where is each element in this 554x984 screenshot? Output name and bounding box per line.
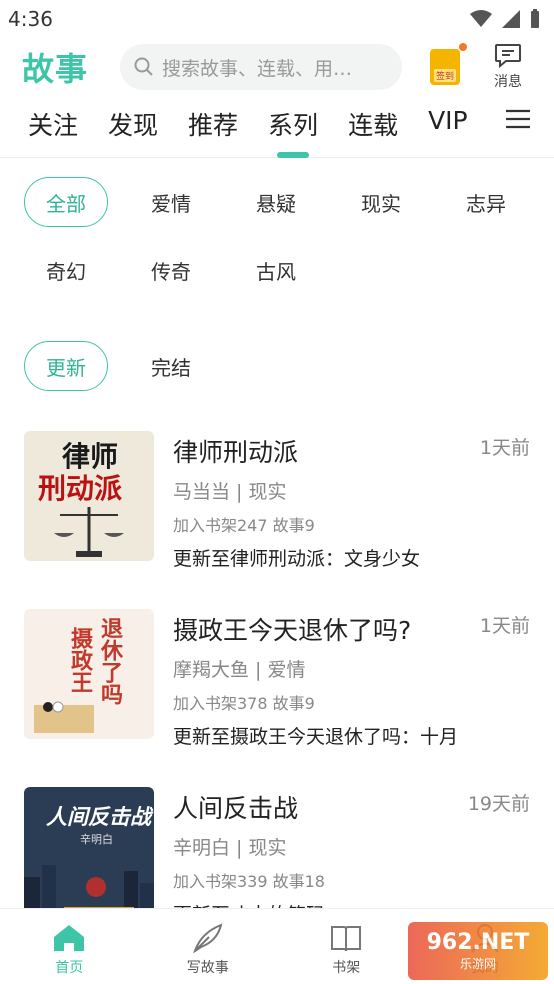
menu-icon	[506, 109, 530, 129]
feather-icon	[193, 923, 223, 953]
list-item[interactable]: 律师 刑动派 律师刑动派 1天前 马当当 | 现实 加入书架247 故事9 更新…	[0, 431, 554, 609]
battery-icon	[531, 9, 539, 28]
wifi-icon	[470, 10, 492, 27]
watermark-main: 962.NET	[426, 930, 530, 955]
list-item[interactable]: 摄政王 退休了吗 摄政王今天退休了吗? 1天前 摩羯大鱼 | 爱情 加入书架37…	[0, 609, 554, 787]
genre-chip[interactable]: 传奇	[129, 245, 213, 295]
genre-chip[interactable]: 古风	[234, 245, 318, 295]
genre-filter-row: 全部 爱情 悬疑 现实 志异	[0, 177, 554, 227]
series-stats: 加入书架339 故事18	[173, 872, 325, 891]
watermark-logo: 962.NET 乐游网	[408, 922, 548, 980]
series-update: 更新至摄政王今天退休了吗：十月	[173, 726, 459, 748]
watermark-sub: 乐游网	[459, 957, 496, 971]
notification-dot	[459, 43, 467, 51]
nav-home-label: 首页	[55, 960, 84, 976]
series-author: 辛明白 | 现实	[173, 837, 287, 859]
tab-menu-button[interactable]	[482, 96, 554, 142]
cover-title: 人间反击战	[46, 804, 151, 829]
nav-write-label: 写故事	[186, 960, 229, 976]
status-bar: 4:36	[0, 0, 554, 38]
signin-button[interactable]: 签到	[430, 43, 467, 85]
series-info: 律师刑动派 1天前 马当当 | 现实 加入书架247 故事9 更新至律师刑动派：…	[173, 431, 530, 609]
bottom-nav: 首页 写故事 书架 我的 962.NET 乐游网	[0, 908, 554, 984]
nav-home[interactable]: 首页	[0, 909, 139, 984]
message-icon	[495, 44, 521, 69]
cover-title: 摄政王	[67, 627, 93, 693]
genre-chip[interactable]: 悬疑	[234, 177, 318, 227]
search-input[interactable]: 搜索故事、连载、用…	[120, 44, 402, 90]
series-time: 19天前	[467, 793, 530, 815]
series-cover[interactable]: 人间反击战 辛明白	[24, 787, 154, 917]
signal-icon	[502, 10, 520, 28]
series-stats: 加入书架247 故事9	[173, 516, 315, 535]
series-cover[interactable]: 摄政王 退休了吗	[24, 609, 154, 739]
app-logo: 故事	[22, 50, 89, 88]
cover-author: 辛明白	[80, 833, 113, 846]
nav-write[interactable]: 写故事	[139, 909, 278, 984]
tab-follow[interactable]: 关注	[28, 96, 78, 158]
tab-discover[interactable]: 发现	[108, 96, 158, 158]
message-label: 消息	[494, 74, 522, 90]
sort-chip-updated[interactable]: 更新	[24, 341, 108, 391]
tab-vip[interactable]: VIP	[428, 96, 468, 158]
status-icons	[470, 9, 540, 29]
series-update: 更新至律师刑动派：文身少女	[173, 548, 421, 570]
genre-chip[interactable]: 奇幻	[24, 245, 108, 295]
go-board-icon	[34, 701, 94, 733]
series-time: 1天前	[479, 615, 530, 637]
tab-serial[interactable]: 连载	[348, 96, 398, 158]
series-time: 1天前	[479, 437, 530, 459]
nav-bookshelf-label: 书架	[332, 960, 361, 976]
search-placeholder: 搜索故事、连载、用…	[162, 57, 353, 80]
top-bar: 故事 搜索故事、连载、用… 签到 消息	[0, 38, 554, 96]
status-time: 4:36	[8, 7, 53, 31]
book-icon	[331, 926, 362, 952]
category-tabs: 关注 发现 推荐 系列 连载 VIP 最新	[0, 96, 554, 158]
genre-chip[interactable]: 现实	[339, 177, 423, 227]
genre-chip[interactable]: 爱情	[129, 177, 213, 227]
scales-icon	[54, 507, 124, 557]
home-icon	[54, 925, 85, 951]
cover-subtitle: 退休了吗	[97, 617, 123, 705]
series-info: 摄政王今天退休了吗? 1天前 摩羯大鱼 | 爱情 加入书架378 故事9 更新至…	[173, 609, 530, 787]
series-cover[interactable]: 律师 刑动派	[24, 431, 154, 561]
search-icon	[134, 57, 153, 76]
series-author: 马当当 | 现实	[173, 481, 287, 503]
genre-chip[interactable]: 志异	[444, 177, 528, 227]
nav-bookshelf[interactable]: 书架	[277, 909, 416, 984]
series-list: 律师 刑动派 律师刑动派 1天前 马当当 | 现实 加入书架247 故事9 更新…	[0, 431, 554, 965]
sort-chip-completed[interactable]: 完结	[129, 341, 213, 391]
series-stats: 加入书架378 故事9	[173, 694, 315, 713]
series-title[interactable]: 律师刑动派	[173, 433, 530, 469]
cover-subtitle: 刑动派	[38, 472, 123, 505]
signin-label: 签到	[433, 69, 456, 82]
series-author: 摩羯大鱼 | 爱情	[173, 659, 306, 681]
tab-recommend[interactable]: 推荐	[188, 96, 238, 158]
tab-series[interactable]: 系列	[268, 96, 318, 158]
sort-filter-row: 更新 完结	[0, 341, 554, 391]
message-button[interactable]: 消息	[494, 43, 522, 91]
genre-filter-row: 奇幻 传奇 古风	[0, 245, 554, 295]
series-title[interactable]: 摄政王今天退休了吗?	[173, 611, 530, 647]
genre-chip-all[interactable]: 全部	[24, 177, 108, 227]
